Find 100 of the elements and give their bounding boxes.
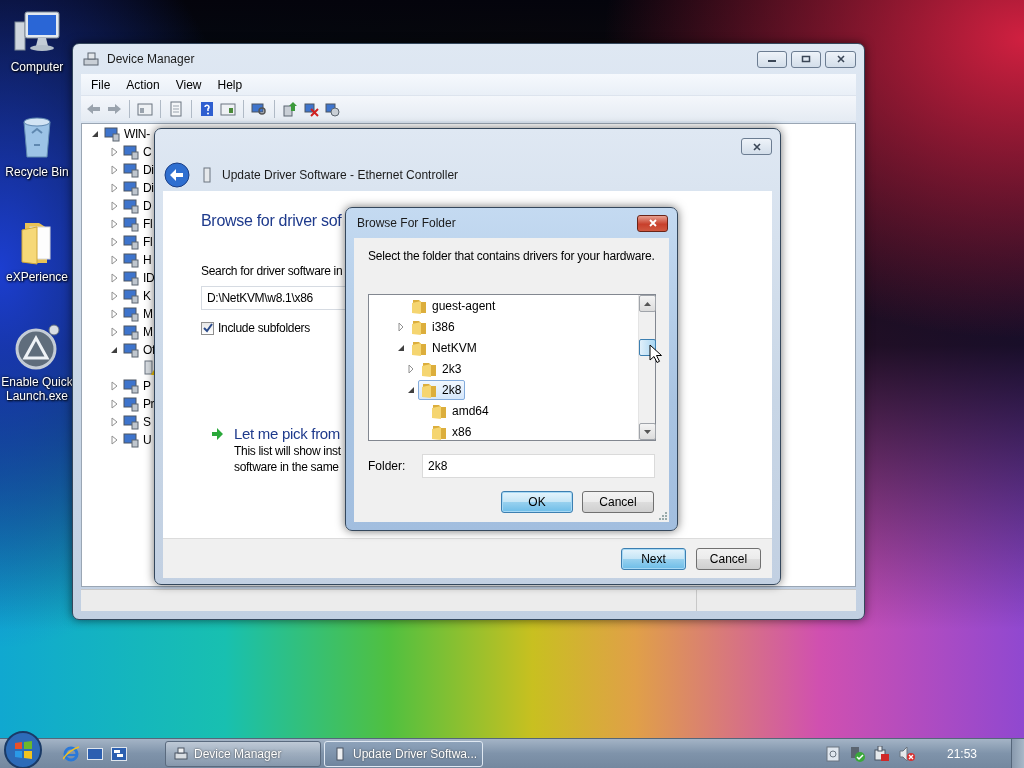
icon-label[interactable]: Computer [10,60,64,74]
down-arrow-icon[interactable] [644,429,651,434]
icon-label[interactable]: eXPerience [5,270,68,284]
collapsed-arrow-icon[interactable] [407,364,415,373]
tree-item[interactable]: K [123,287,151,305]
document-icon[interactable] [825,745,840,762]
help-icon[interactable] [199,100,215,117]
collapsed-arrow-icon[interactable] [109,147,119,157]
menu-item[interactable]: View [167,75,210,94]
scroll-up-button[interactable] [639,295,656,312]
next-button[interactable]: Next [621,547,686,570]
scroll-down-button[interactable] [639,423,656,440]
folder-item[interactable]: x86 [428,421,476,442]
collapsed-arrow-icon[interactable] [109,327,119,337]
tree-item[interactable]: S [123,413,151,431]
browser-icon[interactable] [63,745,79,762]
maximize-button[interactable] [791,50,821,68]
tree-item[interactable]: Fl [123,215,153,233]
app-icon[interactable] [13,323,61,371]
close-icon[interactable] [835,55,846,63]
up-arrow-icon[interactable] [644,301,651,306]
folder-item[interactable]: 2k8 [418,379,466,400]
speaker-muted-icon[interactable] [898,745,915,762]
menu-item[interactable]: File [83,75,119,94]
collapsed-arrow-icon[interactable] [109,273,119,283]
cancel-button[interactable]: Cancel [696,547,761,570]
folder-icon [431,423,447,440]
tree-item[interactable]: M [123,305,153,323]
monitor-scan-icon[interactable] [251,100,267,117]
size-grip-icon[interactable] [659,512,667,520]
device-icon [123,144,139,160]
tree-item[interactable]: M [123,323,153,341]
menu-item[interactable]: Action [118,75,168,94]
device-icon [123,378,139,394]
option-description: software in the same [233,459,339,475]
checkbox-label[interactable]: Include subfolders [218,319,310,337]
panel-icon[interactable] [220,100,236,117]
folder-item[interactable]: NetKVM [408,337,481,358]
disable-device-icon[interactable] [303,100,319,117]
tree-item[interactable]: C [123,143,152,161]
folder-icon [411,318,427,335]
folder-field[interactable]: 2k8 [422,454,655,478]
collapsed-arrow-icon[interactable] [109,309,119,319]
folder-item[interactable]: i386 [408,316,459,337]
tree-item[interactable]: H [123,251,152,269]
collapsed-arrow-icon[interactable] [109,381,119,391]
close-icon[interactable] [751,142,762,151]
tree-item[interactable]: Fl [123,233,153,251]
collapsed-arrow-icon[interactable] [109,183,119,193]
expanded-arrow-icon[interactable] [407,385,415,394]
icon-label[interactable]: Recycle Bin [5,165,69,179]
collapsed-arrow-icon[interactable] [109,291,119,301]
switch-windows-icon[interactable] [111,746,127,761]
tree-item[interactable]: D [123,197,152,215]
start-button[interactable] [3,729,43,768]
device-manager-icon [83,51,99,67]
safe-removal-icon[interactable] [848,745,865,762]
folder-item[interactable]: 2k3 [418,358,466,379]
path-field[interactable]: D:\NetKVM\w8.1\x86 [201,286,346,310]
expanded-arrow-icon[interactable] [109,345,119,355]
collapsed-arrow-icon[interactable] [109,165,119,175]
uninstall-device-icon[interactable] [324,100,340,117]
show-desktop-button[interactable] [1011,738,1024,768]
option-link[interactable]: Let me pick from [234,425,341,443]
menu-item[interactable]: Help [209,75,251,94]
tree-item[interactable]: ID [123,269,155,287]
folder-item[interactable]: amd64 [428,400,493,421]
show-desktop-icon[interactable] [87,746,103,761]
ok-button[interactable]: OK [501,491,573,513]
cancel-button[interactable]: Cancel [582,491,654,513]
maximize-icon[interactable] [801,55,811,63]
collapsed-arrow-icon[interactable] [109,417,119,427]
collapsed-arrow-icon[interactable] [109,255,119,265]
collapsed-arrow-icon[interactable] [109,399,119,409]
tree-item[interactable]: Pr [123,395,155,413]
minimize-button[interactable] [757,50,787,68]
expanded-arrow-icon[interactable] [90,129,100,139]
back-button[interactable] [164,162,190,188]
collapsed-arrow-icon[interactable] [109,201,119,211]
folder-icon [421,381,437,398]
folder-item[interactable]: guest-agent [408,295,500,316]
tree-item[interactable]: P [123,377,151,395]
collapsed-arrow-icon[interactable] [109,435,119,445]
collapsed-arrow-icon[interactable] [397,322,405,331]
expanded-arrow-icon[interactable] [397,343,405,352]
close-button[interactable] [825,50,856,68]
folder-icon [421,360,437,377]
network-icon[interactable] [873,745,890,762]
collapsed-arrow-icon[interactable] [109,219,119,229]
checkbox[interactable] [201,321,214,335]
device-icon [123,270,139,286]
tree-item[interactable]: Di [123,179,154,197]
collapsed-arrow-icon[interactable] [109,237,119,247]
tree-item[interactable]: Di [123,161,154,179]
close-button[interactable] [637,214,668,232]
tree-item[interactable]: WIN- [104,125,150,143]
update-driver-icon[interactable] [282,100,298,117]
close-button[interactable] [741,138,772,155]
tree-item[interactable]: U [123,431,152,449]
icon-label[interactable]: Enable Quick Launch.exe [0,375,74,403]
